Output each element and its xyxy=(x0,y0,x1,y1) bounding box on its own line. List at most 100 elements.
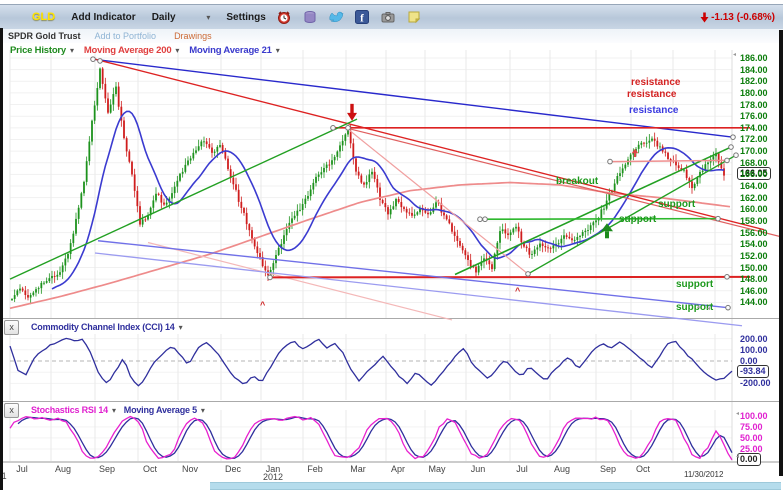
month-label: Mar xyxy=(343,464,373,474)
cci-tick-label: 200.00 xyxy=(740,334,768,344)
stoch-tick-label: 25.00 xyxy=(740,444,763,454)
annotation-support[interactable]: support xyxy=(658,199,695,210)
axis-handle-icon: ◂ xyxy=(736,453,739,460)
annotation-support[interactable]: support xyxy=(676,279,713,290)
ma200-line[interactable] xyxy=(10,183,730,309)
price-tick-label: 144.00 xyxy=(740,297,768,307)
settings-button[interactable]: Settings xyxy=(226,12,265,23)
price-tick-label: 156.00 xyxy=(740,228,768,238)
facebook-icon[interactable]: f xyxy=(354,9,370,25)
chevron-down-icon: ▾ xyxy=(179,323,183,332)
stoch-tick-label: 50.00 xyxy=(740,433,763,443)
price-tick-label: 168.00 xyxy=(740,158,768,168)
legend-ma200[interactable]: Moving Average 200 xyxy=(84,45,172,56)
month-label: Apr xyxy=(383,464,413,474)
up-arrow-marker[interactable] xyxy=(632,149,639,157)
time-scrollbar[interactable] xyxy=(210,482,781,490)
month-label: Jul xyxy=(507,464,537,474)
down-arrow-marker[interactable] xyxy=(347,104,357,121)
change-value: -1.13 (-0.68%) xyxy=(711,12,775,23)
price-tick-label: 180.00 xyxy=(740,88,768,98)
price-tick-label: 184.00 xyxy=(740,65,768,75)
cci-tick-label: 100.00 xyxy=(740,345,768,355)
camera-icon[interactable] xyxy=(380,9,396,25)
month-label: Nov xyxy=(175,464,205,474)
cci-line[interactable] xyxy=(10,338,732,385)
charting-app: GLD Add Indicator Daily ▾ Settings f -1.… xyxy=(0,0,783,498)
price-tick-label: 162.00 xyxy=(740,193,768,203)
price-tick-label: 186.00 xyxy=(740,53,768,63)
axis-handle-icon: ◂ xyxy=(733,51,736,58)
annotation-breakout[interactable]: breakout xyxy=(556,176,598,187)
drawings-link[interactable]: Drawings xyxy=(174,31,212,41)
end-date-label: 11/30/2012 xyxy=(684,470,723,479)
cci-title[interactable]: Commodity Channel Index (CCI) 14 xyxy=(31,322,175,332)
stoch-tick-label: 100.00 xyxy=(740,411,768,421)
toolbar: GLD Add Indicator Daily ▾ Settings f -1.… xyxy=(0,4,783,30)
legend-ma21[interactable]: Moving Average 21 xyxy=(189,45,271,56)
database-icon[interactable] xyxy=(302,9,318,25)
year-label-2012: 2012 xyxy=(258,472,288,482)
close-icon[interactable]: x xyxy=(4,403,19,418)
month-label: Aug xyxy=(48,464,78,474)
annotation-resistance[interactable]: resistance xyxy=(631,77,680,88)
price-tick-label: 146.00 xyxy=(740,286,768,296)
twitter-icon[interactable] xyxy=(328,9,344,25)
axis-handle-icon: ◂ xyxy=(736,410,739,417)
caret-marker: ^ xyxy=(515,286,520,296)
sticky-note-icon[interactable] xyxy=(406,9,422,25)
price-tick-label: 148.00 xyxy=(740,274,768,284)
chart-canvas[interactable] xyxy=(0,0,783,498)
chevron-down-icon: ▾ xyxy=(201,406,205,415)
svg-text:f: f xyxy=(360,13,364,25)
period-select[interactable]: Daily ▾ xyxy=(152,12,211,23)
stoch-value-label: 0.00 xyxy=(737,453,761,466)
stoch-panel-header: x Stochastics RSI 14 ▾ Moving Average 5 … xyxy=(4,403,205,417)
annotation-resistance[interactable]: resistance xyxy=(629,105,678,116)
stoch-tick-label: 75.00 xyxy=(740,422,763,432)
chevron-down-icon: ▾ xyxy=(70,46,74,55)
price-tick-label: 152.00 xyxy=(740,251,768,261)
window-border-left xyxy=(0,28,3,490)
window-border-right xyxy=(779,30,783,476)
down-arrow-icon xyxy=(700,12,709,23)
cci-value-label: -93.84 xyxy=(737,365,769,378)
close-icon[interactable]: x xyxy=(4,320,19,335)
price-tick-label: 174.00 xyxy=(740,123,768,133)
add-to-portfolio-link[interactable]: Add to Portfolio xyxy=(95,31,157,41)
period-label: Daily xyxy=(152,12,176,23)
axis-handle-icon: ▴ xyxy=(697,303,700,310)
annotation-support[interactable]: support xyxy=(619,214,656,225)
price-tick-label: 150.00 xyxy=(740,263,768,273)
stoch-ma-title[interactable]: Moving Average 5 xyxy=(124,405,197,415)
price-tick-label: 160.00 xyxy=(740,204,768,214)
month-label: Jun xyxy=(463,464,493,474)
cci-tick-label: 0.00 xyxy=(740,356,758,366)
price-tick-label: 164.00 xyxy=(740,181,768,191)
cci-panel-header: x Commodity Channel Index (CCI) 14 ▾ xyxy=(4,320,182,334)
month-label: Oct xyxy=(135,464,165,474)
price-tick-label: 172.00 xyxy=(740,134,768,144)
chevron-down-icon: ▾ xyxy=(112,406,116,415)
symbol-subbar: SPDR Gold Trust Add to Portfolio Drawing… xyxy=(0,29,783,43)
stoch-title[interactable]: Stochastics RSI 14 xyxy=(31,405,108,415)
symbol-tab[interactable]: GLD xyxy=(32,11,55,23)
annotation-resistance[interactable]: resistance xyxy=(627,89,676,100)
price-tick-label: 178.00 xyxy=(740,100,768,110)
month-label: Feb xyxy=(300,464,330,474)
chevron-down-icon: ▾ xyxy=(276,46,280,55)
month-label: Aug xyxy=(547,464,577,474)
price-tick-label: 170.00 xyxy=(740,146,768,156)
month-label: Sep xyxy=(92,464,122,474)
add-indicator-button[interactable]: Add Indicator xyxy=(71,12,135,23)
legend-price-history[interactable]: Price History xyxy=(10,45,66,56)
axis-handle-icon: ◂ xyxy=(707,305,710,312)
chart-legend: Price History ▾ Moving Average 200 ▾ Mov… xyxy=(10,44,290,56)
up-arrow-marker[interactable] xyxy=(601,223,613,238)
price-tick-label: 176.00 xyxy=(740,111,768,121)
price-tick-label: 166.00 xyxy=(740,169,768,179)
alarm-clock-icon[interactable] xyxy=(276,9,292,25)
price-tick-label: 158.00 xyxy=(740,216,768,226)
cci-tick-label: -200.00 xyxy=(740,378,771,388)
chevron-down-icon: ▾ xyxy=(206,13,210,22)
